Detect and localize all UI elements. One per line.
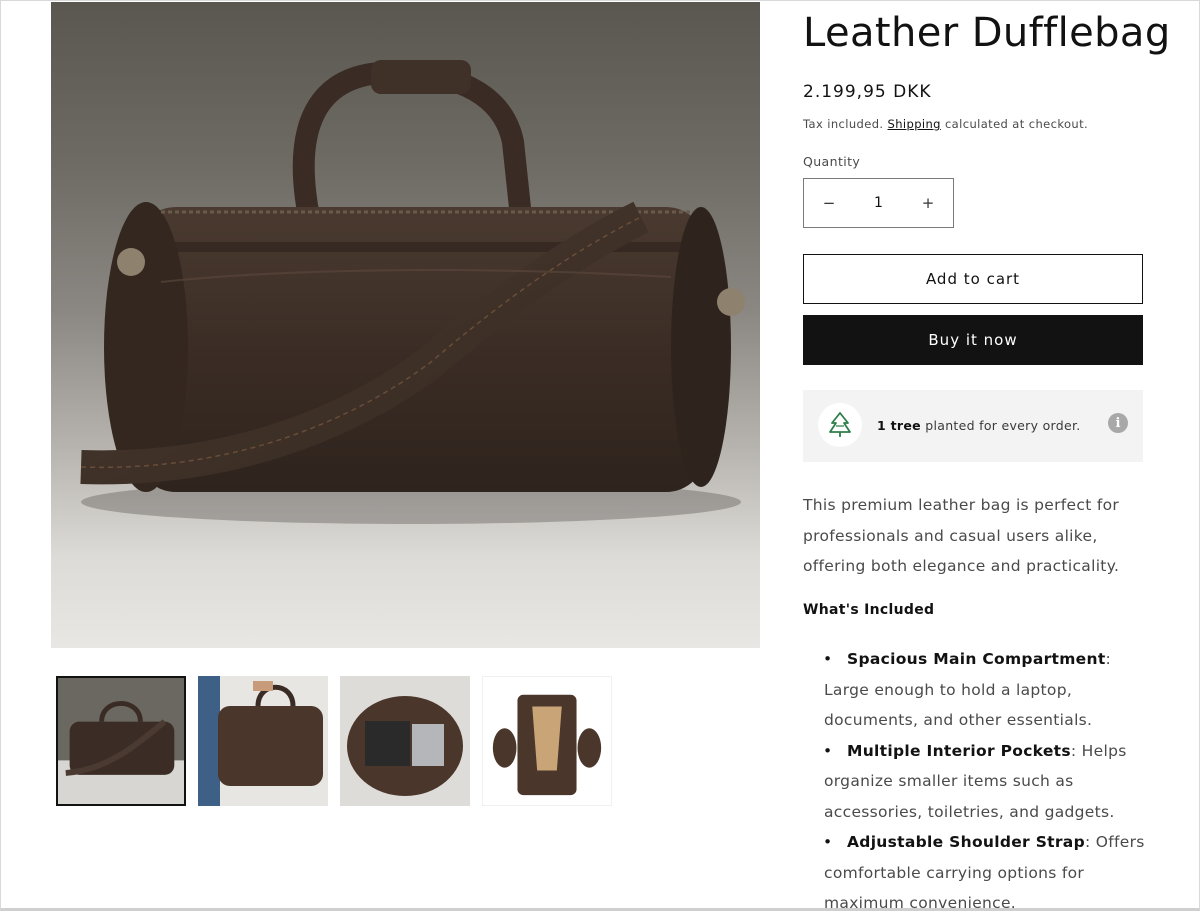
thumbnail-image: [58, 678, 184, 804]
info-icon[interactable]: i: [1108, 413, 1128, 433]
tree-icon: [818, 403, 862, 447]
product-title: Leather Dufflebag: [803, 10, 1171, 56]
quantity-increase-button[interactable]: +: [903, 179, 953, 227]
tree-banner-text: 1 tree planted for every order.: [877, 418, 1081, 433]
tree-planting-banner: 1 tree planted for every order. i: [803, 390, 1143, 462]
add-to-cart-button[interactable]: Add to cart: [803, 254, 1143, 304]
product-description: This premium leather bag is perfect for …: [803, 496, 1120, 575]
list-item: Multiple Interior Pockets: Helps organiz…: [823, 736, 1154, 828]
bag-front-thumbnail[interactable]: [56, 676, 186, 806]
feature-title: Spacious Main Compartment: [847, 650, 1106, 668]
tax-prefix: Tax included.: [803, 117, 884, 131]
whats-included-heading: What's Included: [803, 602, 935, 618]
thumbnail-image: [483, 677, 611, 805]
bag-carried-thumbnail[interactable]: [198, 676, 328, 806]
product-price: 2.199,95 DKK: [803, 82, 932, 102]
tree-count: 1 tree: [877, 418, 921, 433]
buy-now-button[interactable]: Buy it now: [803, 315, 1143, 365]
main-product-image[interactable]: [51, 2, 760, 648]
thumbnail-image: [198, 676, 328, 806]
thumbnail-image: [340, 676, 470, 806]
features-list: Spacious Main Compartment: Large enough …: [823, 644, 1154, 919]
feature-title: Multiple Interior Pockets: [847, 741, 1071, 760]
bag-open-interior-thumbnail[interactable]: [340, 676, 470, 806]
quantity-label: Quantity: [803, 154, 861, 169]
tax-note: Tax included. Shipping calculated at che…: [803, 117, 1088, 131]
shipping-link[interactable]: Shipping: [888, 117, 941, 131]
feature-title: Adjustable Shoulder Strap: [847, 833, 1085, 851]
list-item: Spacious Main Compartment: Large enough …: [823, 644, 1154, 736]
bag-garment-open-thumbnail[interactable]: [482, 676, 612, 806]
tree-message: planted for every order.: [925, 418, 1081, 433]
quantity-decrease-button[interactable]: −: [804, 179, 854, 227]
tax-suffix: calculated at checkout.: [944, 117, 1089, 131]
leather-dufflebag-illustration: [80, 60, 745, 524]
list-item: Adjustable Shoulder Strap: Offers comfor…: [823, 827, 1154, 919]
quantity-stepper: − 1 +: [803, 178, 954, 228]
quantity-input[interactable]: 1: [854, 195, 903, 211]
